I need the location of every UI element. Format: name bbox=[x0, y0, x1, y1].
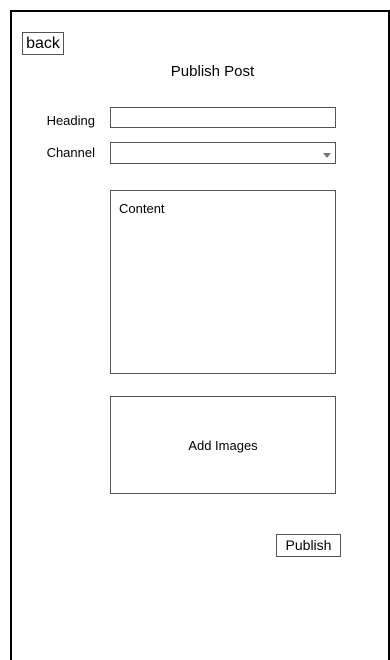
heading-input[interactable] bbox=[110, 107, 336, 128]
add-images-button[interactable]: Add Images bbox=[110, 396, 336, 494]
back-button[interactable]: back bbox=[22, 32, 64, 55]
publish-button[interactable]: Publish bbox=[276, 534, 341, 557]
channel-select[interactable] bbox=[110, 142, 336, 164]
content-textarea[interactable] bbox=[110, 190, 336, 374]
add-images-label: Add Images bbox=[188, 437, 258, 453]
heading-label: Heading bbox=[46, 113, 95, 128]
page-title: Publish Post bbox=[170, 63, 255, 80]
chevron-down-icon bbox=[323, 153, 331, 158]
channel-label: Channel bbox=[46, 145, 95, 160]
